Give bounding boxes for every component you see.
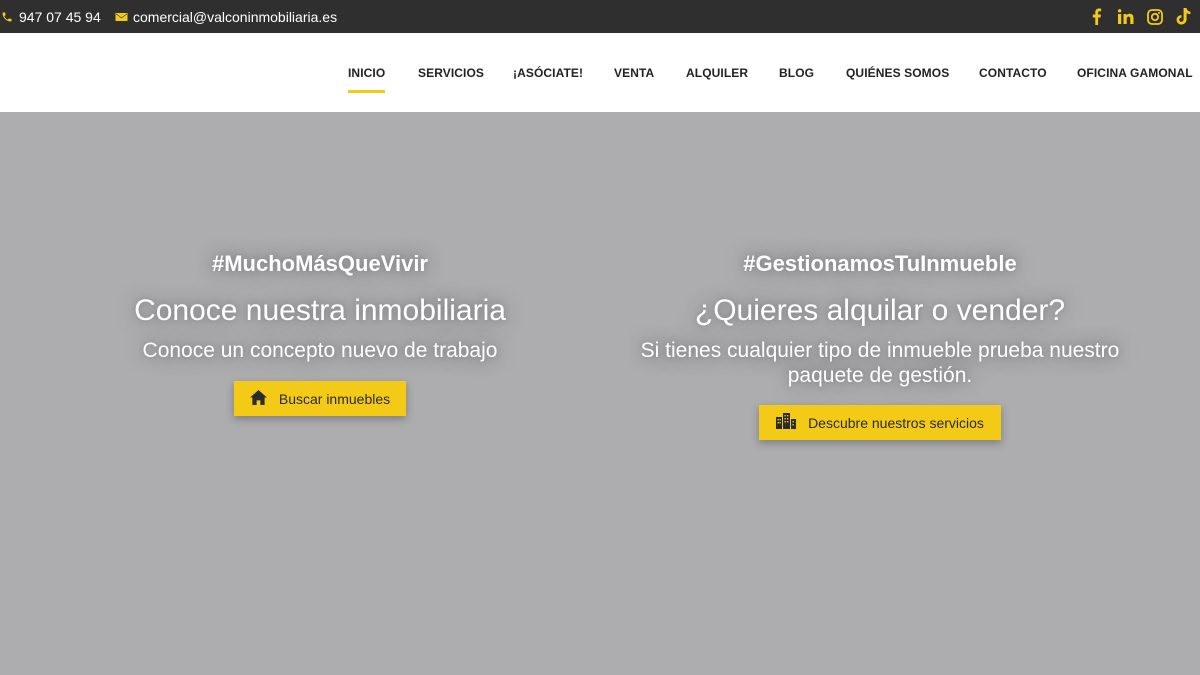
buscar-inmuebles-label: Buscar inmuebles [278,390,391,407]
buscar-inmuebles-button[interactable]: Buscar inmuebles [234,381,406,416]
instagram-icon[interactable] [1146,8,1163,25]
phone-icon [0,10,14,24]
envelope-icon [114,10,128,24]
hero-left-block: #MuchoMásQueVivir Conoce nuestra inmobil… [80,250,560,363]
hero-left-subheading: Conoce un concepto nuevo de trabajo [142,339,498,362]
nav-item-contacto[interactable]: CONTACTO [979,33,1047,112]
hero-right-subheading-line-2: paquete de gestión. [787,364,973,387]
hero-right-hashtag: #GestionamosTuInmueble [743,251,1017,276]
phone-number: 947 07 45 94 [19,8,101,25]
email-address: comercial@valconinmobiliaria.es [133,8,338,25]
email-contact[interactable]: comercial@valconinmobiliaria.es [114,0,337,33]
hero-right-heading: ¿Quieres alquilar o vender? [694,294,1066,327]
descubre-servicios-label: Descubre nuestros servicios [808,414,984,431]
hero-right-subheading-line-1: Si tienes cualquier tipo de inmueble pru… [640,339,1120,362]
nav-item-servicios[interactable]: SERVICIOS [418,33,484,112]
nav-item-venta[interactable]: VENTA [614,33,654,112]
nav-item-alquiler[interactable]: ALQUILER [686,33,748,112]
buildings-icon [776,413,797,432]
main-navigation: INICIO SERVICIOS ¡ASÓCIATE! VENTA ALQUIL… [0,33,1200,112]
hero-left-hashtag: #MuchoMásQueVivir [212,251,428,276]
nav-item-inicio[interactable]: INICIO [348,33,386,112]
descubre-servicios-button[interactable]: Descubre nuestros servicios [759,405,1001,440]
hero-right-subheading: Si tienes cualquier tipo de inmueble pru… [600,338,1160,388]
nav-item-blog[interactable]: BLOG [779,33,814,112]
home-icon [249,389,267,408]
top-bar: 947 07 45 94 comercial@valconinmobiliari… [0,0,1200,33]
nav-item-asociate[interactable]: ¡ASÓCIATE! [513,33,583,112]
hero-right-block: #GestionamosTuInmueble ¿Quieres alquilar… [600,250,1160,388]
linkedin-icon[interactable] [1117,8,1134,25]
nav-item-oficina-gamonal[interactable]: OFICINA GAMONAL [1077,33,1193,112]
hero-section: #MuchoMásQueVivir Conoce nuestra inmobil… [0,112,1200,675]
facebook-icon[interactable] [1088,8,1105,25]
social-links [1088,0,1192,33]
nav-item-quienes-somos[interactable]: QUIÉNES SOMOS [846,33,949,112]
phone-contact[interactable]: 947 07 45 94 [0,0,101,33]
hero-left-heading: Conoce nuestra inmobiliaria [134,294,506,327]
tiktok-icon[interactable] [1175,8,1192,25]
